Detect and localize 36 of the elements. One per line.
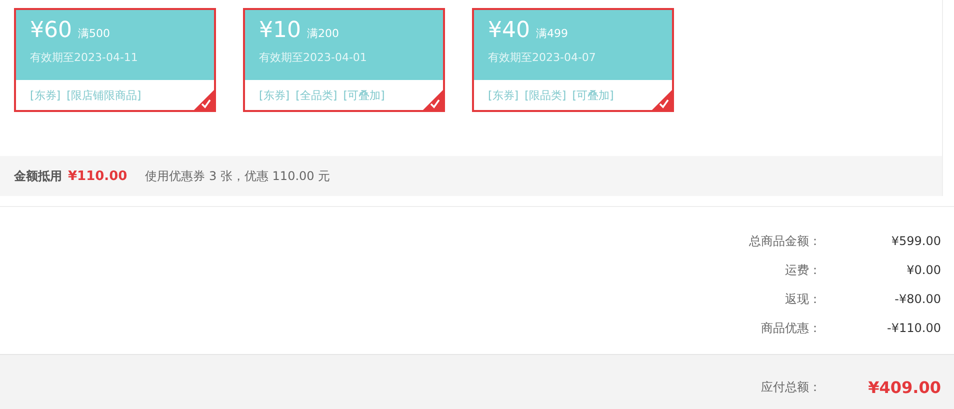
coupon-threshold: 满499 [536, 26, 568, 41]
coupon-validity: 有效期至2023-04-01 [259, 50, 368, 65]
coupon-validity: 有效期至2023-04-07 [488, 50, 597, 65]
total-label: 应付总额： [760, 378, 821, 396]
coupon-tag: [东券] [30, 88, 61, 102]
coupon-tag: [限品类] [524, 88, 566, 102]
summary-label: 返现： [784, 291, 821, 308]
coupon-card[interactable]: ¥60 满500 有效期至2023-04-11 [东券] [限店铺限商品] [14, 8, 216, 112]
summary-label: 总商品金额： [748, 233, 821, 250]
summary-value: -¥110.00 [886, 320, 941, 337]
summary-value: ¥0.00 [906, 262, 941, 279]
summary-value: ¥599.00 [890, 233, 941, 250]
coupon-tag: [限店铺限商品] [66, 88, 142, 102]
coupon-card[interactable]: ¥40 满499 有效期至2023-04-07 [东券] [限品类] [可叠加] [472, 8, 674, 112]
deduction-label: 金额抵用 [14, 168, 62, 184]
total-value: ¥409.00 [867, 378, 941, 396]
coupon-amount: ¥60 [30, 18, 72, 44]
selected-check-icon [652, 90, 672, 110]
coupon-amount: ¥10 [259, 18, 301, 44]
coupon-tag: [可叠加] [572, 88, 614, 102]
coupon-tag: [东券] [259, 88, 290, 102]
coupon-amount: ¥40 [488, 18, 530, 44]
summary-label: 商品优惠： [760, 320, 821, 337]
coupon-card[interactable]: ¥10 满200 有效期至2023-04-01 [东券] [全品类] [可叠加] [243, 8, 445, 112]
coupon-tag: [全品类] [296, 88, 338, 102]
selected-check-icon [194, 90, 214, 110]
summary-label: 运费： [784, 262, 821, 279]
coupon-threshold: 满200 [307, 26, 339, 41]
coupon-tag: [可叠加] [343, 88, 385, 102]
coupon-threshold: 满500 [78, 26, 110, 41]
coupon-validity: 有效期至2023-04-11 [30, 50, 139, 65]
deduction-amount: ¥110.00 [68, 168, 128, 184]
selected-check-icon [423, 90, 443, 110]
coupon-tag: [东券] [488, 88, 519, 102]
deduction-note: 使用优惠券 3 张，优惠 110.00 元 [145, 168, 330, 184]
summary-value: -¥80.00 [894, 291, 941, 308]
